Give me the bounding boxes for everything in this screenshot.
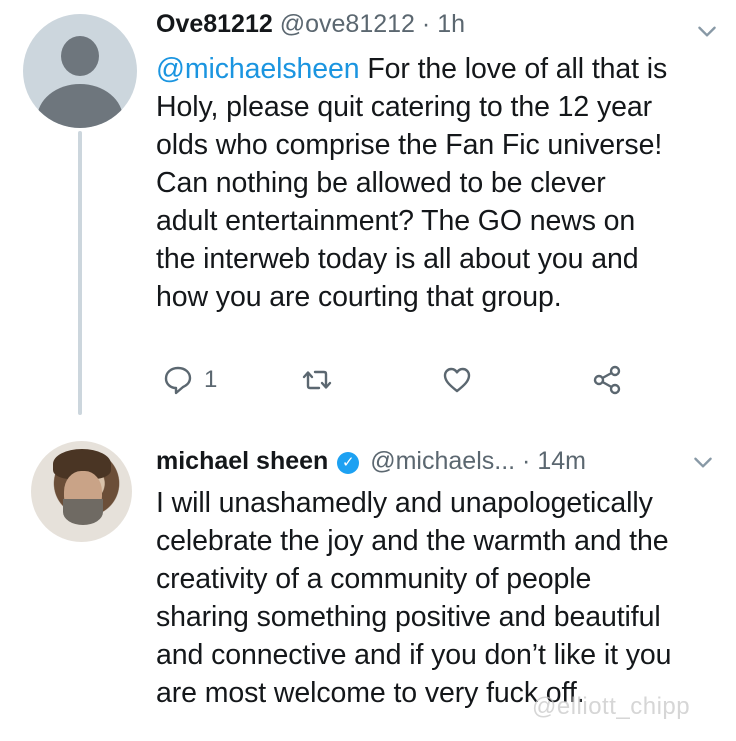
thread-connector-line [78, 131, 82, 415]
tweet-text-line: @michaelsheen For the love of all that i… [156, 50, 726, 88]
tweet-text-segment: For the love of all that is [359, 53, 668, 85]
avatar-beard-shape [63, 499, 103, 525]
tweet-header: michael sheen ✓ @michaels... · 14m [156, 441, 586, 481]
separator-dot: · [421, 10, 431, 38]
timestamp[interactable]: 14m [537, 447, 586, 475]
share-button[interactable] [591, 360, 623, 400]
tweet-text: I will unashamedly and unapologetically … [156, 484, 726, 712]
tweet-text-line: Can nothing be allowed to be clever [156, 167, 606, 199]
user-handle[interactable]: @ove81212 [280, 10, 415, 38]
tweet-text-line: Holy, please quit catering to the 12 yea… [156, 91, 653, 123]
profile-photo-avatar[interactable] [31, 441, 132, 542]
tweet-text-line: celebrate the joy and the warmth and the [156, 525, 669, 557]
retweet-button[interactable] [301, 360, 333, 400]
tweet-text-line: olds who comprise the Fan Fic universe! [156, 129, 663, 161]
tweet-text: @michaelsheen For the love of all that i… [156, 50, 726, 316]
tweet-text-line: how you are courting that group. [156, 281, 562, 313]
like-button[interactable] [441, 360, 473, 400]
verified-badge-icon: ✓ [337, 452, 360, 474]
avatar-head-shape [61, 36, 99, 76]
avatar-shoulders-shape [37, 84, 123, 128]
tweet-text-line: and connective and if you don’t like it … [156, 639, 672, 671]
tweet-text-line: adult entertainment? The GO news on [156, 205, 636, 237]
tweet-text-line: creativity of a community of people [156, 563, 592, 595]
tweet-1[interactable]: Ove81212 @ove81212 · 1h @michaelsheen Fo… [0, 0, 736, 420]
tweet-header: Ove81212 @ove81212 · 1h [156, 4, 465, 44]
watermark-text: @elliott_chipp [532, 693, 691, 720]
like-icon [443, 367, 471, 393]
user-handle[interactable]: @michaels... [370, 447, 515, 475]
chevron-down-icon[interactable] [690, 449, 716, 475]
display-name[interactable]: Ove81212 [156, 10, 273, 38]
timestamp[interactable]: 1h [437, 10, 465, 38]
display-name[interactable]: michael sheen [156, 447, 328, 475]
tweet-text-line: I will unashamedly and unapologetically [156, 487, 653, 519]
share-icon [593, 365, 621, 395]
tweet-text-line: the interweb today is all about you and [156, 243, 639, 275]
tweet-text-line: sharing something positive and beautiful [156, 601, 661, 633]
mention-link[interactable]: @michaelsheen [156, 53, 360, 85]
tweet-actions: 1 [156, 360, 656, 400]
retweet-icon [302, 370, 332, 390]
reply-button[interactable]: 1 [162, 360, 217, 400]
chevron-down-icon[interactable] [694, 18, 720, 44]
default-avatar[interactable] [23, 14, 137, 128]
reply-count: 1 [204, 366, 218, 393]
reply-icon [164, 366, 192, 395]
separator-dot: · [522, 447, 531, 475]
